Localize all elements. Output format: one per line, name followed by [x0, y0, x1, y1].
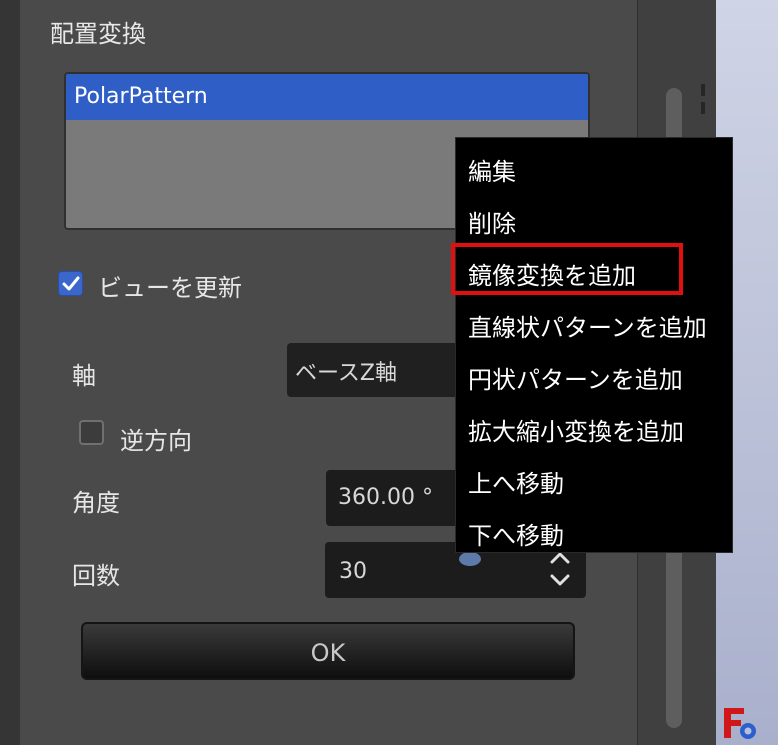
list-item-selected[interactable]: PolarPattern: [66, 74, 588, 120]
ok-button[interactable]: OK: [81, 622, 575, 680]
panel-title: 配置変換: [50, 20, 146, 48]
ok-button-label: OK: [310, 639, 346, 667]
axis-value: ベースZ軸: [295, 361, 397, 386]
left-gutter: [0, 0, 20, 745]
context-menu: 編集 削除 鏡像変換を追加 直線状パターンを追加 円状パターンを追加 拡大縮小変…: [455, 137, 733, 553]
menu-item-add-scaled[interactable]: 拡大縮小変換を追加: [468, 412, 684, 447]
menu-item-move-down[interactable]: 下へ移動: [468, 516, 564, 551]
occurrences-label: 回数: [72, 562, 120, 590]
menu-item-add-polar-pattern[interactable]: 円状パターンを追加: [468, 360, 683, 395]
splitter-handle[interactable]: [701, 102, 705, 114]
splitter-handle[interactable]: [701, 84, 705, 96]
highlight-annotation-box: [451, 243, 683, 295]
freecad-logo-icon: [724, 708, 756, 739]
reverse-label: 逆方向: [120, 427, 192, 455]
list-item-label: PolarPattern: [74, 84, 208, 109]
spin-down-icon[interactable]: [549, 572, 571, 588]
check-icon: [62, 276, 80, 291]
angle-value: 360.00 °: [338, 485, 433, 510]
menu-item-move-up[interactable]: 上へ移動: [468, 464, 564, 499]
menu-item-edit[interactable]: 編集: [468, 152, 516, 187]
occurrences-value: 30: [339, 559, 367, 584]
angle-label: 角度: [72, 489, 120, 517]
expression-icon[interactable]: [459, 552, 481, 566]
axis-label: 軸: [72, 362, 96, 390]
update-view-checkbox[interactable]: [58, 271, 83, 296]
update-view-label: ビューを更新: [98, 274, 242, 302]
reverse-checkbox[interactable]: [79, 420, 104, 445]
menu-item-add-linear-pattern[interactable]: 直線状パターンを追加: [468, 308, 707, 343]
menu-item-delete[interactable]: 削除: [468, 204, 516, 239]
